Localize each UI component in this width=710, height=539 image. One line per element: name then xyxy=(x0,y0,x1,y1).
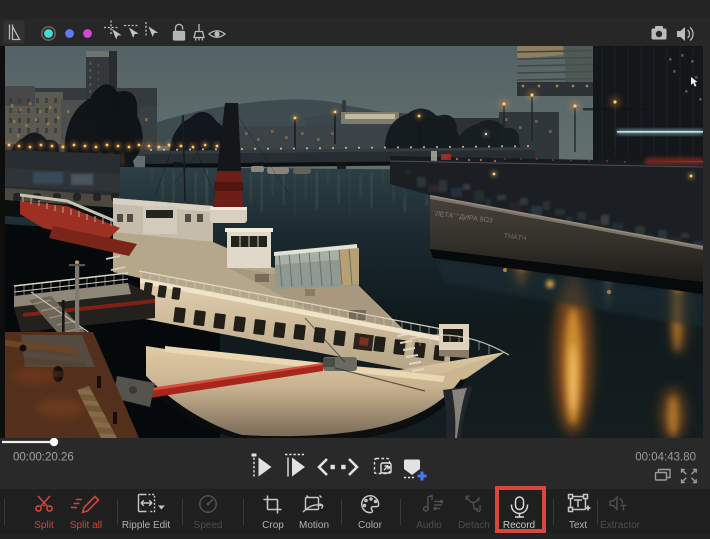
svg-text:Detach: Detach xyxy=(458,520,490,531)
svg-text:00:04:43.80: 00:04:43.80 xyxy=(635,452,696,464)
svg-text:00:00:20.26: 00:00:20.26 xyxy=(13,452,74,464)
svg-text:Speed: Speed xyxy=(194,520,223,531)
svg-text:Extractor: Extractor xyxy=(600,520,641,531)
svg-text:Audio: Audio xyxy=(416,520,442,531)
svg-text:Color: Color xyxy=(358,520,383,531)
svg-text:Text: Text xyxy=(569,520,588,531)
svg-text:Split: Split xyxy=(34,520,54,531)
svg-text:Ripple Edit: Ripple Edit xyxy=(122,520,171,531)
svg-text:Motion: Motion xyxy=(299,520,329,531)
svg-text:Split all: Split all xyxy=(70,520,102,531)
svg-text:Crop: Crop xyxy=(262,520,284,531)
